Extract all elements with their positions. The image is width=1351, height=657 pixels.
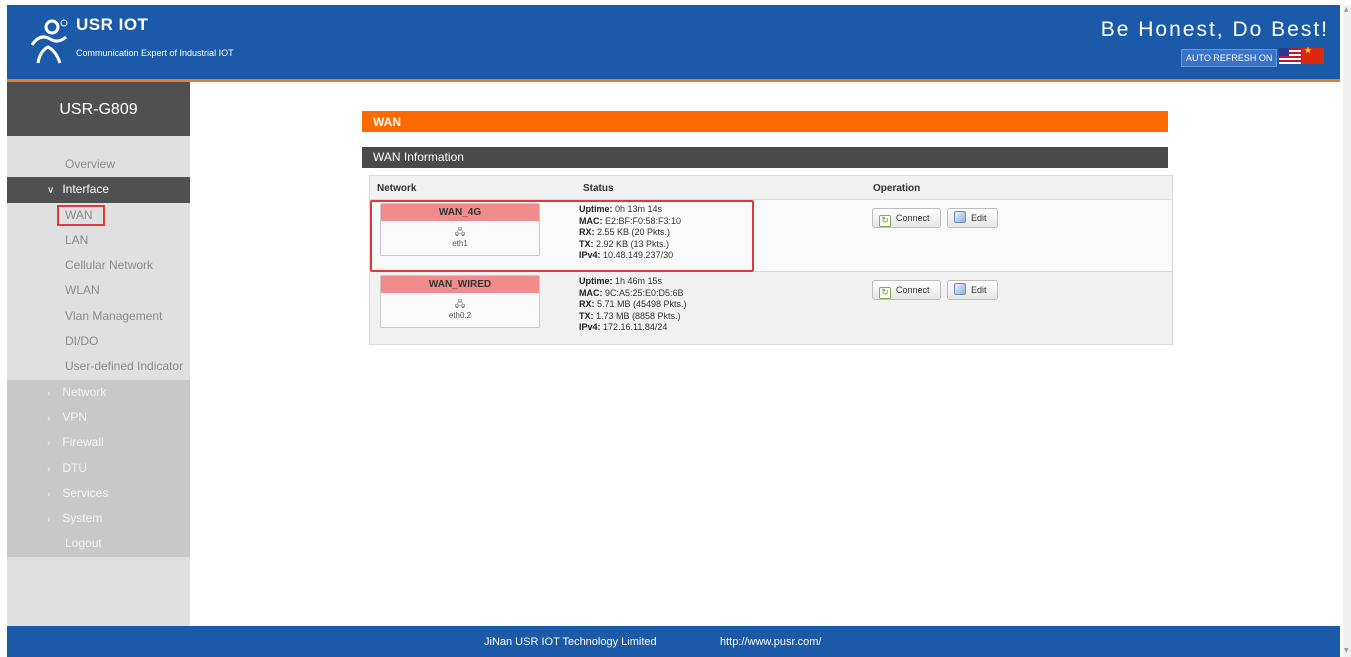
ipv4-value: 172.16.11.84/24 [600,322,668,333]
network-name: WAN_WIRED [381,276,539,293]
table-row: WAN_WIRED 🖧 eth0.2 Uptime: 1h 46m 15s MA… [370,272,1172,344]
edit-icon [953,283,966,295]
slogan: Be Honest, Do Best! [1100,18,1329,41]
sidebar-item-dtu[interactable]: › DTU [7,455,190,481]
us-flag-icon[interactable] [1279,48,1301,64]
scroll-up-icon[interactable]: ▲ [1344,6,1349,13]
sidebar-item-overview[interactable]: Overview [7,152,190,177]
sidebar-item-di-do[interactable]: DI/DO [7,329,190,355]
connect-button[interactable]: ↻ Connect [872,208,941,228]
column-header-network: Network [377,183,417,194]
device-name: USR-G809 [7,82,190,136]
rx-value: 5.71 MB (45498 Pkts.) [594,299,687,310]
sidebar-item-firewall[interactable]: › Firewall [7,430,190,456]
sidebar: USR-G809 Overview ∨ Interface WAN LAN Ce… [7,82,190,626]
footer-url[interactable]: http://www.pusr.com/ [720,636,821,648]
chevron-right-icon: › [47,438,51,450]
panel-title: WAN Information [362,147,1168,168]
footer: JiNan USR IOT Technology Limited http://… [7,626,1340,657]
scroll-down-icon[interactable]: ▼ [1344,647,1349,654]
edit-icon [953,211,966,223]
network-device: eth0.2 [448,311,472,320]
chevron-right-icon: › [47,463,51,475]
chevron-down-icon: ∨ [47,185,55,197]
sidebar-item-services[interactable]: › Services [7,480,190,507]
connect-icon: ↻ [879,215,891,227]
sidebar-item-vlan-management[interactable]: Vlan Management [7,303,190,330]
network-card-wan-wired[interactable]: WAN_WIRED 🖧 eth0.2 [380,275,540,328]
edit-button[interactable]: Edit [946,280,998,300]
sidebar-item-interface[interactable]: ∨ Interface [7,177,190,203]
uptime-value: 1h 46m 15s [612,276,663,286]
network-status: Uptime: 1h 46m 15s MAC: 9C:A5:25:E0:D5:6… [579,276,687,333]
auto-refresh-toggle[interactable]: AUTO REFRESH ON [1181,49,1278,67]
header-divider [7,79,1340,82]
sidebar-item-wlan[interactable]: WLAN [7,278,190,304]
brand-name: USR IOT [76,15,149,34]
chevron-right-icon: › [47,488,51,500]
top-header: USR IOT Communication Expert of Industri… [7,5,1340,80]
column-header-status: Status [583,183,614,194]
sidebar-item-cellular-network[interactable]: Cellular Network [7,253,190,279]
sidebar-item-wan[interactable]: WAN [7,202,190,228]
edit-button[interactable]: Edit [946,208,998,228]
sidebar-item-network[interactable]: › Network [7,379,190,405]
chevron-right-icon: › [47,514,51,526]
page-scrollbar[interactable] [1343,5,1351,657]
sidebar-item-logout[interactable]: Logout [7,531,190,557]
mac-value: 9C:A5:25:E0:D5:6B [602,287,684,298]
cn-flag-icon[interactable] [1302,46,1324,64]
footer-company: JiNan USR IOT Technology Limited [484,636,657,648]
connect-button[interactable]: ↻ Connect [872,280,941,300]
usr-logo-icon [30,19,68,64]
sidebar-item-system[interactable]: › System [7,506,190,532]
sidebar-item-lan[interactable]: LAN [7,227,190,254]
row-operations: ↻ Connect Edit [872,208,1000,228]
sidebar-item-vpn[interactable]: › VPN [7,404,190,431]
section-title: WAN [362,111,1168,132]
wan-4g-highlight-box [370,200,754,272]
brand-tagline: Communication Expert of Industrial IOT [76,48,234,58]
tx-value: 1.73 MB (8858 Pkts.) [593,310,681,321]
chevron-right-icon: › [47,387,51,399]
sidebar-item-user-defined-indicator[interactable]: User-defined Indicator [7,354,190,380]
network-adapter-icon: 🖧 [454,299,466,309]
chevron-right-icon: › [47,412,51,424]
row-operations: ↻ Connect Edit [872,280,1000,300]
sidebar-item-wan-label: WAN [57,204,105,226]
sidebar-menu: Overview ∨ Interface WAN LAN Cellular Ne… [7,152,190,557]
column-header-operation: Operation [873,183,921,194]
connect-icon: ↻ [879,287,891,299]
table-header: Network Status Operation [370,176,1172,200]
